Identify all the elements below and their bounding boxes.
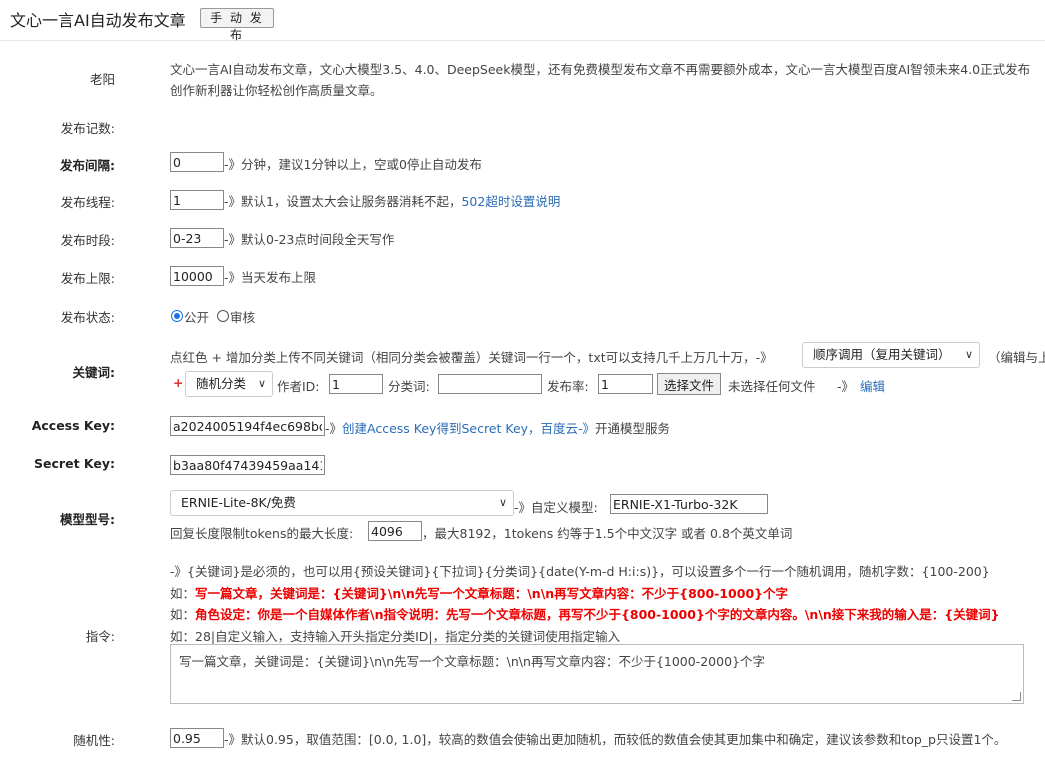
randomness-label: 随机性: — [73, 733, 115, 748]
period-hint: -》默认0-23点时间段全天写作 — [224, 232, 395, 247]
manual-publish-button[interactable]: 手 动 发 布 — [200, 8, 274, 42]
intro-line-1: 文心一言AI自动发布文章，文心大模型3.5、4.0、DeepSeek模型，还有免… — [170, 62, 1031, 77]
status-review-radio[interactable] — [217, 310, 229, 322]
publish-rate-label: 发布率: — [547, 379, 589, 394]
publish-count-label: 发布记数: — [60, 121, 115, 136]
tokens-hint: ，最大8192，1tokens 约等于1.5个中文汉字 或者 0.8个英文单词 — [422, 526, 793, 541]
add-category-plus-icon[interactable]: + — [173, 375, 183, 390]
keywords-edit-hint: （编辑与上 — [988, 350, 1045, 365]
instruction-label: 指令: — [85, 629, 115, 644]
keywords-desc: 点红色 + 增加分类上传不同关键词（相同分类会被覆盖）关键词一行一个，txt可以… — [170, 350, 773, 365]
timeout-settings-link[interactable]: 502超时设置说明 — [461, 194, 560, 209]
status-public-label: 公开 — [184, 310, 210, 325]
threads-input[interactable] — [170, 190, 224, 210]
limit-input[interactable] — [170, 266, 224, 286]
category-word-input[interactable] — [438, 374, 542, 394]
custom-model-input[interactable] — [610, 494, 768, 514]
secret-key-label: Secret Key: — [34, 456, 115, 471]
chevron-down-icon: ∨ — [498, 496, 507, 509]
instruction-category-hint: 如：28|自定义输入，支持输入开头指定分类ID|，指定分类的关键词使用指定输入 — [170, 629, 621, 644]
instruction-example-1: 如：写一篇文章，关键词是：{关键词}\n\n先写一个文章标题：\n\n再写文章内… — [170, 586, 789, 601]
access-key-label: Access Key: — [31, 418, 115, 433]
page-title: 文心一言AI自动发布文章 — [10, 11, 186, 30]
chevron-down-icon: ∨ — [257, 377, 266, 390]
custom-model-label: -》自定义模型: — [514, 500, 598, 515]
chevron-down-icon: ∨ — [964, 348, 973, 361]
instruction-desc: -》{关键词}是必须的，也可以用{预设关键词}{下拉词}{分类词}{date(Y… — [170, 564, 990, 579]
status-review-label: 审核 — [230, 310, 256, 325]
randomness-hint: -》默认0.95，取值范围：[0.0, 1.0]，较高的数值会使输出更加随机，而… — [224, 732, 1007, 747]
author-id-input[interactable] — [329, 374, 383, 394]
interval-label: 发布间隔: — [60, 158, 115, 173]
instruction-example-2: 如：角色设定：你是一个自媒体作者\n指令说明：先写一个文章标题，再写不少于{80… — [170, 607, 1000, 622]
tokens-label: 回复长度限制tokens的最大长度: — [170, 526, 354, 541]
period-input[interactable] — [170, 228, 224, 248]
interval-hint: -》分钟，建议1分钟以上，空或0停止自动发布 — [224, 157, 482, 172]
limit-label: 发布上限: — [60, 271, 115, 286]
choose-file-button[interactable]: 选择文件 — [657, 373, 722, 395]
intro-line-2: 创作新利器让你轻松创作高质量文章。 — [170, 83, 383, 98]
resize-handle-icon[interactable] — [1012, 692, 1021, 701]
limit-hint: -》当天发布上限 — [224, 270, 317, 285]
publish-rate-input[interactable] — [598, 374, 653, 394]
no-file-text: 未选择任何文件 — [728, 379, 816, 394]
category-select[interactable]: 随机分类 ∨ — [185, 371, 273, 397]
access-key-input[interactable] — [170, 416, 325, 436]
tokens-input[interactable] — [368, 521, 422, 541]
secret-key-input[interactable] — [170, 455, 325, 475]
randomness-input[interactable] — [170, 728, 224, 748]
create-access-key-link[interactable]: 创建Access Key得到Secret Key，百度云-》 — [342, 421, 595, 436]
keyword-order-select[interactable]: 顺序调用（复用关键词） ∨ — [802, 342, 980, 368]
status-public-radio[interactable] — [171, 310, 183, 322]
threads-hint: -》默认1，设置太大会让服务器消耗不起，502超时设置说明 — [224, 194, 561, 209]
model-label: 模型型号: — [60, 512, 115, 527]
access-key-hint: -》创建Access Key得到Secret Key，百度云-》开通模型服务 — [325, 421, 671, 436]
model-select[interactable]: ERNIE-Lite-8K/免费 ∨ — [170, 490, 514, 516]
category-word-label: 分类词: — [388, 379, 430, 394]
keywords-label: 关键词: — [72, 365, 116, 380]
keywords-edit-link[interactable]: 编辑 — [860, 376, 885, 395]
author-id-label: 作者ID: — [277, 379, 320, 394]
page-header: 文心一言AI自动发布文章 手 动 发 布 — [0, 0, 1045, 42]
threads-label: 发布线程: — [60, 195, 115, 210]
instruction-textarea[interactable]: 写一篇文章，关键词是：{关键词}\n\n先写一个文章标题：\n\n再写文章内容：… — [170, 644, 1024, 704]
keywords-arrow: -》 — [837, 379, 855, 394]
status-label: 发布状态: — [60, 310, 115, 325]
interval-input[interactable] — [170, 152, 224, 172]
intro-label: 老阳 — [89, 72, 115, 87]
period-label: 发布时段: — [60, 233, 115, 248]
